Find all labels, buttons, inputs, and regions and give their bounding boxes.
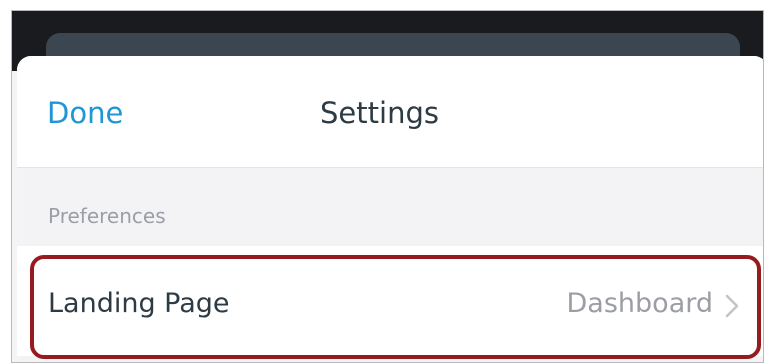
- row-label: Landing Page: [48, 288, 230, 319]
- row-value: Dashboard: [566, 288, 713, 319]
- section-header-preferences: Preferences: [48, 204, 166, 228]
- landing-page-row[interactable]: Landing Page Dashboard: [17, 246, 763, 356]
- page-title: Settings: [320, 96, 439, 130]
- chevron-right-icon: [725, 294, 739, 318]
- screenshot-frame: Done Settings Preferences Landing Page D…: [11, 10, 764, 363]
- settings-sheet: Done Settings Preferences Landing Page D…: [17, 56, 763, 362]
- navigation-bar: Done Settings: [17, 56, 763, 168]
